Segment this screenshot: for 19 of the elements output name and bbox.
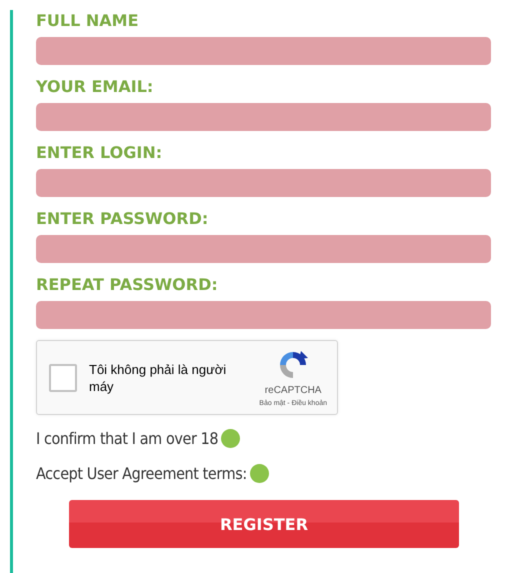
input-field[interactable] xyxy=(36,103,491,131)
field-label: FULL NAME xyxy=(36,10,140,32)
confirm-label: I confirm that I am over 18 xyxy=(36,429,218,448)
captcha-checkbox[interactable] xyxy=(49,364,77,392)
confirm-label: Accept User Agreement terms: xyxy=(36,464,247,483)
register-button[interactable]: REGISTER xyxy=(69,500,459,548)
input-field[interactable] xyxy=(36,37,491,65)
field-label: REPEAT PASSWORD: xyxy=(36,274,219,296)
field-label: ENTER PASSWORD: xyxy=(36,208,210,230)
input-field[interactable] xyxy=(36,169,491,197)
toggle-dot[interactable] xyxy=(250,464,269,483)
recaptcha-logo-icon xyxy=(277,348,310,380)
toggle-dot[interactable] xyxy=(221,429,240,448)
captcha-text: Tôi không phải là người máy xyxy=(89,360,228,394)
field-label: ENTER LOGIN: xyxy=(36,142,164,164)
captcha-brand: reCAPTCHA xyxy=(264,384,322,396)
field-label: YOUR EMAIL: xyxy=(36,76,154,98)
input-field[interactable] xyxy=(36,235,491,263)
input-field[interactable] xyxy=(36,301,491,329)
